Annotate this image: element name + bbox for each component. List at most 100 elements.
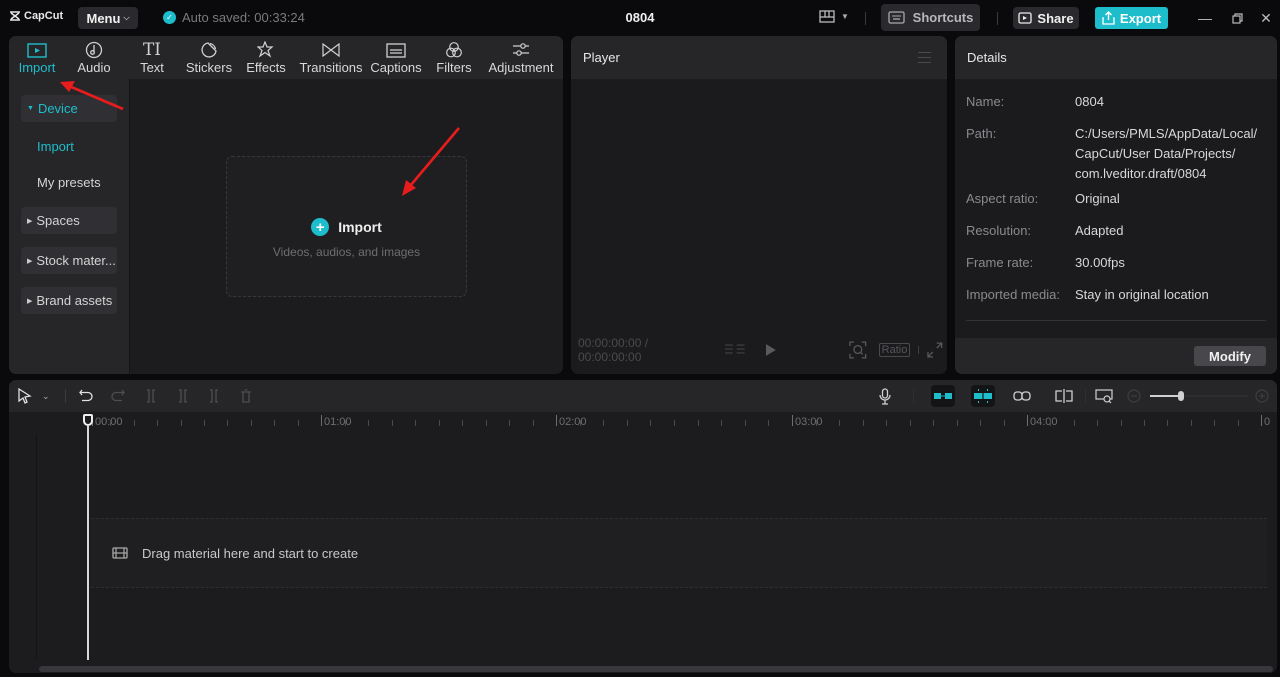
tab-stickers[interactable]: Stickers [181, 36, 237, 79]
ruler-label: 01:00 [321, 415, 352, 428]
ruler-tick [980, 420, 981, 426]
share-button[interactable]: Share [1013, 7, 1079, 29]
player-controls: 00:00:00:00 / 00:00:00:00 Ratio [578, 336, 943, 364]
tab-label: Stickers [185, 60, 233, 75]
ruler-tick [816, 420, 817, 426]
restore-button[interactable] [1228, 9, 1246, 27]
minimize-button[interactable]: — [1196, 9, 1214, 27]
tab-filters[interactable]: Filters [425, 36, 483, 79]
shortcuts-button[interactable]: Shortcuts [881, 4, 980, 31]
horizontal-scrollbar[interactable] [39, 666, 1273, 672]
caret-right-icon: ▶ [27, 297, 33, 305]
plus-icon: + [311, 218, 330, 236]
ruler-tick [839, 420, 840, 426]
record-audio-button[interactable] [879, 387, 891, 405]
ruler-tick [745, 420, 746, 426]
ratio-button[interactable]: Ratio [878, 343, 911, 357]
zoom-to-fit-button[interactable] [1095, 388, 1113, 404]
tab-captions[interactable]: Captions [367, 36, 425, 79]
ruler-tick [957, 420, 958, 426]
preview-axis-button[interactable] [1055, 388, 1073, 404]
tab-text[interactable]: TI Text [123, 36, 181, 79]
import-drop-area[interactable]: + Import Videos, audios, and images [226, 156, 467, 297]
playhead[interactable] [83, 414, 93, 660]
sidebar-item-spaces[interactable]: ▶ Spaces [21, 207, 117, 234]
sidebar-item-label: Spaces [36, 213, 80, 228]
ruler-tick [157, 420, 158, 426]
sidebar-item-my-presets[interactable]: My presets [37, 175, 101, 190]
ruler-tick [1050, 420, 1051, 426]
list-view-icon[interactable] [724, 343, 746, 357]
linkage-button[interactable] [1013, 388, 1031, 404]
export-button[interactable]: Export [1095, 7, 1168, 29]
tab-effects[interactable]: Effects [237, 36, 295, 79]
zoom-slider-handle[interactable] [1178, 391, 1184, 401]
redo-button[interactable] [111, 388, 125, 404]
import-button[interactable]: + Import [227, 218, 466, 236]
title-bar: CapCut Menu ⌵ ✓ Auto saved: 00:33:24 080… [0, 0, 1280, 36]
tab-adjustment[interactable]: Adjustment [483, 36, 559, 79]
playhead-handle[interactable] [83, 414, 93, 426]
modify-button[interactable]: Modify [1194, 346, 1266, 366]
zoom-out-icon [1127, 389, 1141, 403]
adjustment-icon [513, 43, 529, 56]
import-label: Import [338, 219, 382, 235]
autosave-text: Auto saved: 00:33:24 [182, 10, 305, 25]
menu-icon[interactable] [918, 52, 931, 67]
timeline-ruler[interactable]: 00:00 01:00 02:00 03:00 04:00 0 [9, 412, 1277, 434]
ruler-label: 04:00 [1027, 415, 1058, 428]
ruler-tick [486, 420, 487, 426]
layout-button[interactable]: ▼ [819, 10, 849, 23]
ruler-tick [768, 420, 769, 426]
sidebar-item-label: Device [37, 101, 78, 116]
timecode: 00:00:00:00 / 00:00:00:00 [578, 336, 649, 364]
tab-audio[interactable]: Audio [65, 36, 123, 79]
ruler-tick [886, 420, 887, 426]
delete-left-button[interactable] [177, 388, 189, 404]
minimize-icon: — [1198, 10, 1212, 26]
fit-screen-icon[interactable] [849, 341, 867, 359]
export-label: Export [1119, 10, 1162, 26]
undo-button[interactable] [79, 388, 93, 404]
restore-icon [1231, 12, 1243, 24]
zoom-out-button[interactable] [1127, 388, 1141, 404]
select-tool-button[interactable] [18, 388, 32, 404]
split-button[interactable] [145, 388, 157, 404]
menu-button[interactable]: Menu ⌵ [78, 7, 138, 29]
main-track-drop-zone[interactable]: Drag material here and start to create [91, 518, 1267, 588]
ruler-tick [134, 420, 135, 426]
stickers-icon [201, 42, 217, 58]
fullscreen-icon[interactable] [927, 342, 943, 358]
play-icon[interactable] [765, 343, 777, 357]
sidebar-item-import[interactable]: Import [37, 139, 74, 154]
ruler-label: 03:00 [792, 415, 823, 428]
zoom-in-button[interactable] [1255, 388, 1269, 404]
player-header: Player [571, 36, 947, 79]
transitions-icon [322, 43, 340, 57]
close-button[interactable]: ✕ [1257, 9, 1275, 27]
ruler-tick [368, 420, 369, 426]
delete-button[interactable] [240, 388, 252, 404]
ruler-tick [415, 420, 416, 426]
chevron-down-icon[interactable]: ⌄ [42, 388, 50, 404]
tab-label: Effects [246, 60, 286, 75]
delete-right-button[interactable] [208, 388, 220, 404]
detail-label: Resolution: [966, 223, 1032, 238]
layout-icon [819, 10, 835, 23]
ruler-tick [603, 420, 604, 426]
split-icon [147, 389, 155, 403]
media-sidebar: ▼ Device Import My presets ▶ Spaces ▶ St… [9, 79, 130, 374]
tab-import[interactable]: Import [9, 36, 65, 79]
sidebar-item-stock-material[interactable]: ▶ Stock mater... [21, 247, 117, 274]
sidebar-item-brand-assets[interactable]: ▶ Brand assets [21, 287, 117, 314]
share-label: Share [1037, 10, 1074, 26]
ruler-tick [580, 420, 581, 426]
zoom-fit-icon [1095, 388, 1113, 403]
link-icon [1013, 391, 1031, 401]
tab-transitions[interactable]: Transitions [295, 36, 367, 79]
sidebar-item-device[interactable]: ▼ Device [21, 95, 117, 122]
main-track-magnet-toggle[interactable] [931, 385, 955, 407]
drop-hint: Drag material here and start to create [142, 545, 359, 561]
zoom-slider[interactable] [1150, 391, 1248, 401]
auto-snapping-toggle[interactable] [971, 385, 995, 407]
